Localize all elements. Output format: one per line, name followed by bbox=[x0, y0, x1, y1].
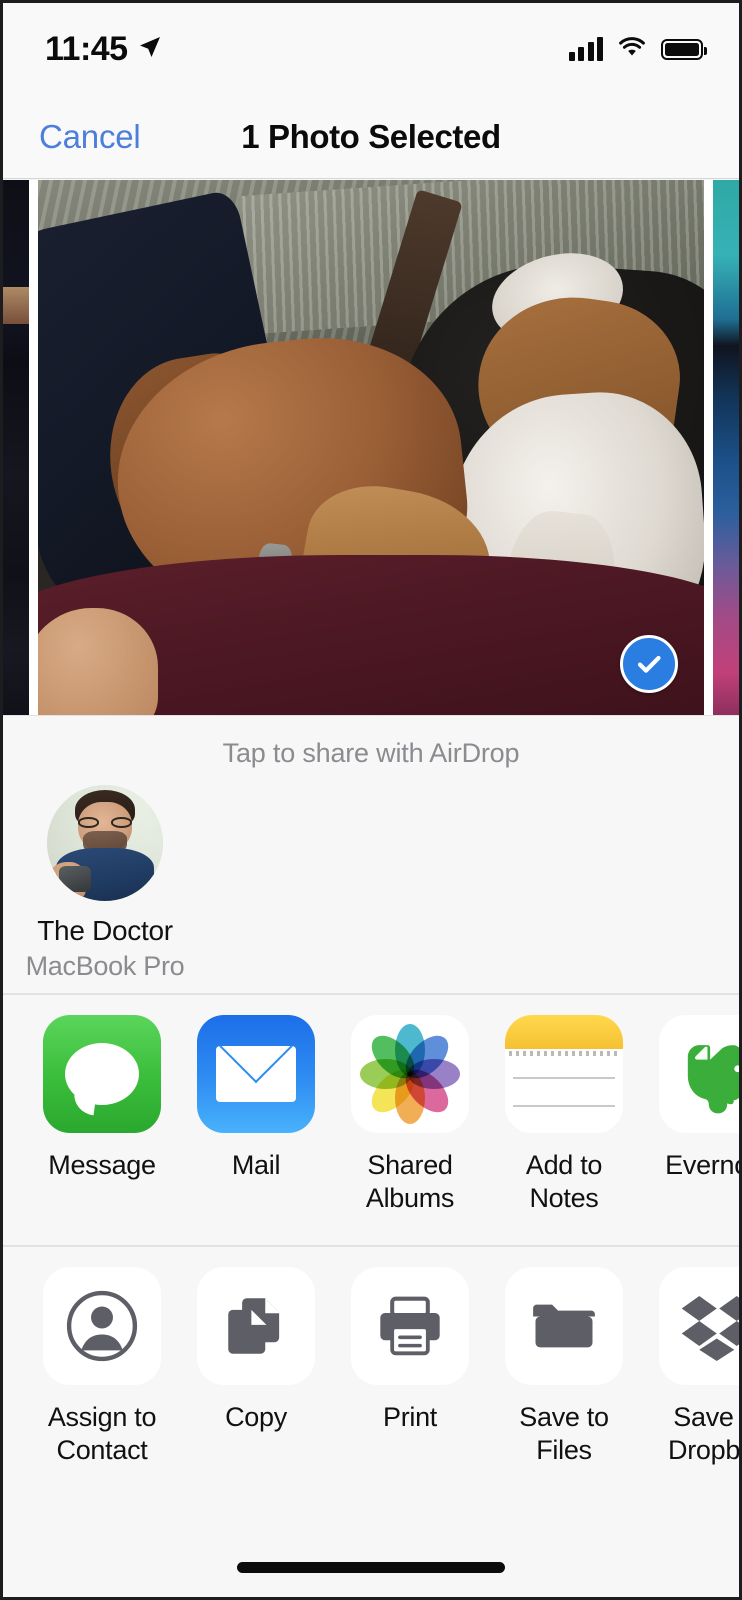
selected-photo-thumbnail[interactable] bbox=[38, 180, 704, 715]
share-target-evernote[interactable]: Evernote bbox=[641, 1015, 739, 1215]
copy-icon bbox=[197, 1267, 315, 1385]
action-label: Assign to Contact bbox=[47, 1402, 157, 1465]
share-target-mail[interactable]: Mail bbox=[179, 1015, 333, 1215]
share-target-label: Add to Notes bbox=[525, 1150, 603, 1213]
folder-icon bbox=[505, 1267, 623, 1385]
action-copy[interactable]: Copy bbox=[179, 1267, 333, 1467]
airdrop-contact-device: MacBook Pro bbox=[25, 951, 185, 981]
airdrop-contact-the-doctor[interactable]: The Doctor MacBook Pro bbox=[25, 785, 185, 982]
iphone-share-sheet-screen: 11:45 Cancel 1 Photo Selected Tap to sha… bbox=[0, 0, 742, 1600]
battery-full-icon bbox=[661, 38, 707, 60]
mail-icon bbox=[197, 1015, 315, 1133]
print-icon bbox=[351, 1267, 469, 1385]
messages-icon bbox=[43, 1015, 161, 1133]
action-label: Save to Files bbox=[519, 1402, 609, 1465]
status-bar-left: 11:45 bbox=[45, 30, 162, 69]
next-photo-image bbox=[713, 180, 739, 715]
airdrop-section: Tap to share with AirDrop The Doctor Mac… bbox=[3, 715, 739, 993]
home-indicator[interactable] bbox=[237, 1562, 505, 1573]
next-photo-thumbnail[interactable] bbox=[713, 180, 739, 715]
action-label: Save to Dropbox bbox=[668, 1402, 739, 1465]
share-target-label: Evernote bbox=[665, 1150, 739, 1180]
photos-icon bbox=[351, 1015, 469, 1133]
assign-to-contact-icon bbox=[43, 1267, 161, 1385]
action-save-to-files[interactable]: Save to Files bbox=[487, 1267, 641, 1467]
airdrop-contact-name: The Doctor bbox=[37, 915, 173, 946]
notes-icon bbox=[505, 1015, 623, 1133]
status-time: 11:45 bbox=[45, 29, 128, 68]
airdrop-contact-list: The Doctor MacBook Pro bbox=[3, 769, 739, 982]
navigation-bar: Cancel 1 Photo Selected bbox=[3, 95, 739, 179]
share-action-row[interactable]: Assign to Contact Copy Print Save to Fil… bbox=[3, 1267, 739, 1467]
signal-bars-icon bbox=[568, 37, 603, 61]
avatar bbox=[47, 785, 163, 901]
airdrop-hint-label: Tap to share with AirDrop bbox=[222, 738, 520, 768]
status-bar: 11:45 bbox=[3, 3, 739, 95]
action-label: Print bbox=[382, 1402, 438, 1432]
checkmark-circle-icon[interactable] bbox=[620, 635, 678, 693]
location-arrow-icon bbox=[138, 35, 162, 64]
action-save-to-dropbox[interactable]: Save to Dropbox bbox=[641, 1267, 739, 1467]
evernote-icon bbox=[659, 1015, 739, 1133]
wifi-icon bbox=[617, 35, 647, 64]
separator-apps bbox=[3, 993, 739, 995]
share-target-label: Message bbox=[48, 1150, 156, 1180]
previous-photo-thumbnail[interactable] bbox=[3, 180, 29, 715]
share-target-shared-albums[interactable]: Shared Albums bbox=[333, 1015, 487, 1215]
action-print[interactable]: Print bbox=[333, 1267, 487, 1467]
share-app-row[interactable]: Message Mail Shared Albums Add to Notes … bbox=[3, 1015, 739, 1215]
cancel-button[interactable]: Cancel bbox=[39, 118, 141, 156]
share-target-add-to-notes[interactable]: Add to Notes bbox=[487, 1015, 641, 1215]
action-label: Copy bbox=[225, 1402, 287, 1432]
action-assign-to-contact[interactable]: Assign to Contact bbox=[25, 1267, 179, 1467]
previous-photo-image bbox=[3, 180, 29, 715]
photo-carousel[interactable] bbox=[3, 180, 739, 715]
dropbox-icon bbox=[659, 1267, 739, 1385]
separator-actions bbox=[3, 1245, 739, 1247]
share-target-message[interactable]: Message bbox=[25, 1015, 179, 1215]
status-bar-right bbox=[568, 35, 707, 64]
share-target-label: Mail bbox=[231, 1150, 281, 1180]
share-target-label: Shared Albums bbox=[365, 1150, 455, 1213]
